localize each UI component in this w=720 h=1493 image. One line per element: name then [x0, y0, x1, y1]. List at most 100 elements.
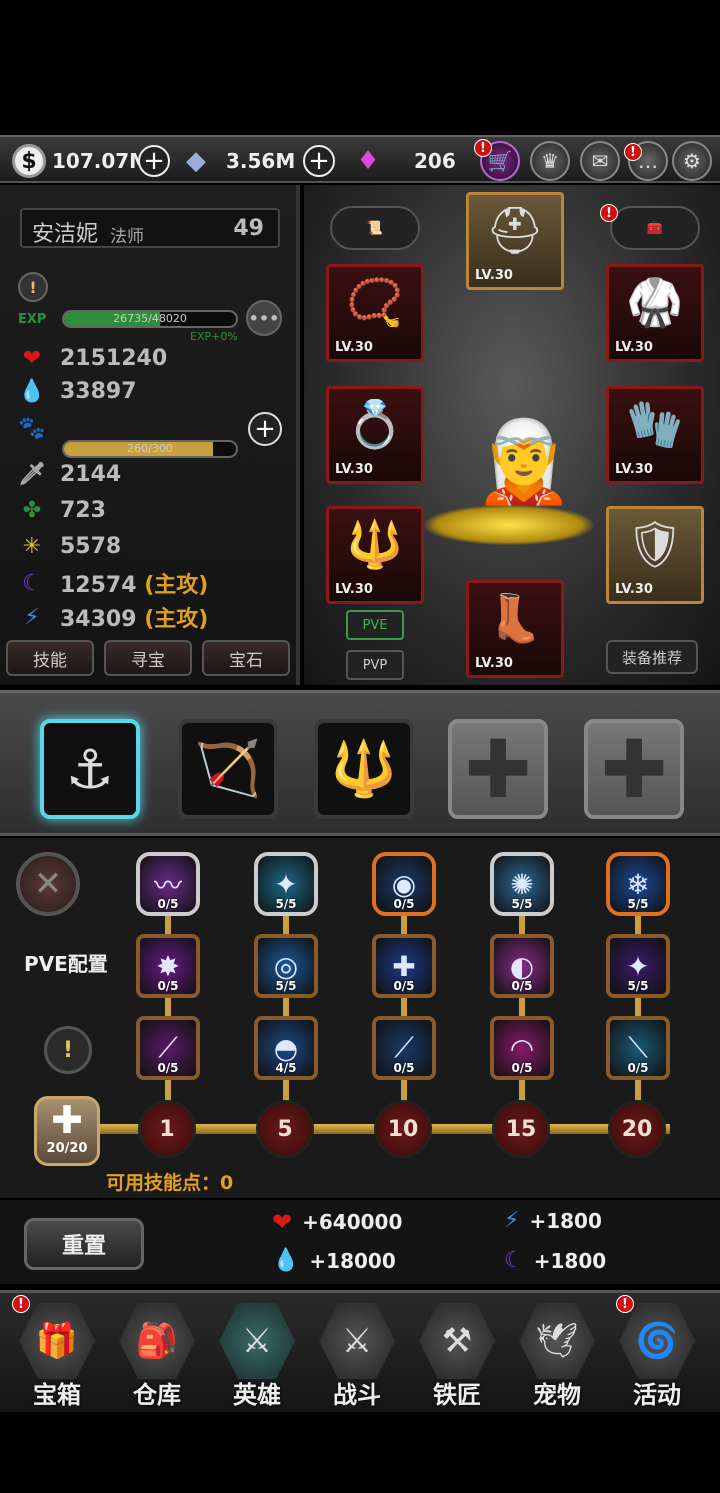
tab-gems[interactable]: 宝石 — [202, 640, 290, 676]
add-skill-set-slot-1[interactable]: ✚ — [448, 719, 548, 819]
crossed-swords-icon: ⚔ — [319, 1303, 395, 1379]
equip-slot-gloves[interactable]: 🧤 LV.30 — [606, 386, 704, 484]
skill-node-r3-c2[interactable]: ◓ 4/5 — [254, 1016, 318, 1080]
recommend-button[interactable]: 装备推荐 — [606, 640, 698, 674]
nav-events[interactable]: 🌀 活动 — [612, 1303, 702, 1411]
swirl-icon: 🌀 — [619, 1303, 695, 1379]
nav-battle[interactable]: ⚔ 战斗 — [312, 1303, 402, 1411]
skill-node-r1-c3[interactable]: ◉ 0/5 — [372, 852, 436, 916]
equip-slot-boots[interactable]: 👢 LV.30 — [466, 580, 564, 678]
chest-alert-icon: ! — [12, 1295, 30, 1313]
crystal-currency: ◆ 3.56M — [178, 143, 295, 179]
diamond-gem-icon: ♦ — [356, 146, 380, 176]
reset-button[interactable]: 重置 — [24, 1218, 144, 1270]
skill-node-r2-c3[interactable]: ✚ 0/5 — [372, 934, 436, 998]
hero-name: 安洁妮 — [32, 222, 99, 247]
pet-bar: 260/300 — [62, 440, 238, 458]
stat-defense: ✤ 723 — [18, 496, 106, 524]
chest-icon[interactable]: 🧰 — [610, 206, 700, 250]
skill-points: 0/5 — [393, 897, 415, 911]
equip-slot-ring[interactable]: 💍 LV.30 — [326, 386, 424, 484]
add-skill-set-slot-2[interactable]: ✚ — [584, 719, 684, 819]
pvp-toggle[interactable]: PVP — [346, 650, 404, 680]
equip-slot-helmet[interactable]: ⛑ LV.30 — [466, 192, 564, 290]
mp-value: 33897 — [60, 378, 137, 404]
skill-points: 0/5 — [393, 979, 415, 993]
mail-icon[interactable]: ✉ — [580, 141, 620, 181]
exp-label: EXP — [18, 312, 47, 327]
equip-slot-armor[interactable]: 🥋 LV.30 — [606, 264, 704, 362]
bonus-lightning: ⚡ +1800 — [504, 1208, 602, 1233]
nav-warehouse[interactable]: 🎒 仓库 — [112, 1303, 202, 1411]
info-alert-icon[interactable]: ! — [18, 272, 48, 302]
nav-hero[interactable]: ⚔ 英雄 — [212, 1303, 302, 1411]
skill-set-slot-1[interactable]: ⚓ — [40, 719, 140, 819]
skill-set-slot-3[interactable]: 🔱 — [314, 719, 414, 819]
skill-node-r3-c5[interactable]: ⟍ 0/5 — [606, 1016, 670, 1080]
plus-icon: ✚ — [464, 722, 532, 816]
skill-glyph-icon: ◉ — [391, 867, 417, 901]
equip-slot-shield[interactable]: 🛡 LV.30 — [606, 506, 704, 604]
skill-node-r3-c3[interactable]: ⟋ 0/5 — [372, 1016, 436, 1080]
skill-glyph-icon: ✦ — [626, 949, 650, 983]
skill-points: 0/5 — [157, 897, 179, 911]
skill-node-r2-c2[interactable]: ◎ 5/5 — [254, 934, 318, 998]
add-coins-button[interactable]: + — [138, 145, 170, 177]
tab-treasure[interactable]: 寻宝 — [104, 640, 192, 676]
anvil-icon: ⚒ — [419, 1303, 495, 1379]
skill-node-r1-c1[interactable]: 〰 0/5 — [136, 852, 200, 916]
skill-node-r2-c1[interactable]: ✸ 0/5 — [136, 934, 200, 998]
skill-node-r3-c4[interactable]: ◠ 0/5 — [490, 1016, 554, 1080]
nav-chest[interactable]: 🎁 宝箱 — [12, 1303, 102, 1411]
add-crystals-button[interactable]: + — [303, 145, 335, 177]
skill-node-r2-c4[interactable]: ◐ 0/5 — [490, 934, 554, 998]
skill-glyph-icon: ◠ — [509, 1031, 535, 1065]
crescent-moon-icon: ☾ — [22, 570, 42, 596]
pve-toggle[interactable]: PVE — [346, 610, 404, 640]
sword-shield-icon: ⚔ — [219, 1303, 295, 1379]
dollar-coin-icon: $ — [12, 144, 46, 178]
equip-slot-staff[interactable]: 🔱 LV.30 — [326, 506, 424, 604]
paw-icon: 🐾 — [18, 416, 46, 441]
stat-mp: 💧 33897 — [18, 377, 137, 405]
trophy-icon[interactable]: ♛ — [530, 141, 570, 181]
close-config-icon[interactable]: ✕ — [16, 852, 80, 916]
tree-info-icon[interactable]: ! — [44, 1026, 92, 1074]
skill-node-r1-c4[interactable]: ✺ 5/5 — [490, 852, 554, 916]
sword-icon: 🗡 — [18, 461, 46, 487]
chest-alert-icon: ! — [600, 204, 618, 222]
tab-skills[interactable]: 技能 — [6, 640, 94, 676]
stat-crit: ✳ 5578 — [18, 532, 121, 560]
equip-slot-necklace[interactable]: 📿 LV.30 — [326, 264, 424, 362]
gem-currency: ♦ 206 — [350, 143, 455, 179]
skill-glyph-icon: ◓ — [273, 1031, 299, 1065]
crit-value: 5578 — [60, 533, 122, 559]
lightning-icon: ⚡ — [504, 1208, 520, 1233]
skill-glyph-icon: ✦ — [274, 867, 298, 901]
skill-node-r3-c1[interactable]: ⟋ 0/5 — [136, 1016, 200, 1080]
skill-points: 0/5 — [627, 1061, 649, 1075]
skill-node-r1-c5[interactable]: ❄ 5/5 — [606, 852, 670, 916]
more-options-icon[interactable]: ••• — [246, 300, 282, 336]
skill-glyph-icon: ◐ — [509, 949, 535, 983]
hero-class: 法师 — [110, 227, 144, 247]
skill-glyph-icon: ✸ — [156, 949, 180, 983]
scroll-icon[interactable]: 📜 — [330, 206, 420, 250]
coin-amount: 107.07M — [52, 149, 150, 173]
skill-node-r1-c2[interactable]: ✦ 5/5 — [254, 852, 318, 916]
bonus-mp: 💧 +18000 — [272, 1248, 396, 1273]
nav-blacksmith[interactable]: ⚒ 铁匠 — [412, 1303, 502, 1411]
defense-value: 723 — [60, 497, 106, 523]
skill-glyph-icon: ◎ — [273, 949, 299, 983]
skill-node-r2-c5[interactable]: ✦ 5/5 — [606, 934, 670, 998]
exp-bonus: EXP+0% — [190, 330, 238, 343]
lightning-icon: ⚡ — [24, 604, 40, 630]
settings-gear-icon[interactable]: ⚙ — [672, 141, 712, 181]
hero-character: 🧝 — [474, 415, 574, 508]
add-pet-button[interactable]: + — [248, 412, 282, 446]
bow-emblem-icon: 🏹 — [194, 737, 262, 800]
nav-pet[interactable]: 🕊 宠物 — [512, 1303, 602, 1411]
bonus-hp: ❤ +640000 — [272, 1208, 403, 1236]
skill-set-slot-2[interactable]: 🏹 — [178, 719, 278, 819]
config-label: PVE配置 — [24, 952, 108, 976]
